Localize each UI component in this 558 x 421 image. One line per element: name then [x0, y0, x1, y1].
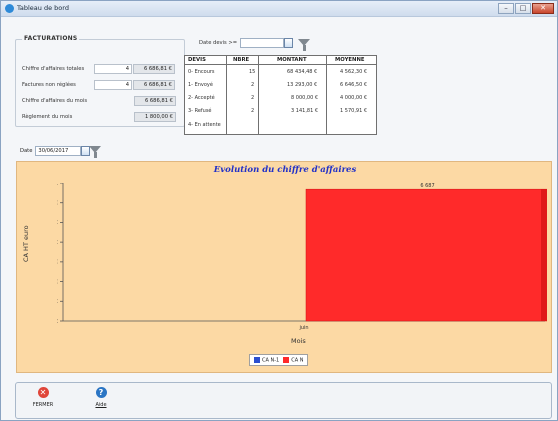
y-tick-label: 6 000 € — [57, 201, 58, 207]
maximize-icon: □ — [519, 4, 527, 12]
fact-label: Chiffre d'affaires du mois — [22, 98, 88, 104]
y-axis-label: CA HT euro — [22, 225, 30, 262]
chart-legend: CA N-1 CA N — [249, 354, 309, 366]
close-window-button[interactable]: ✕ — [532, 3, 554, 14]
header-montant: MONTANT — [277, 57, 307, 63]
date-devis-label: Date devis >= — [199, 40, 238, 46]
fact-amount-field: 6 686,81 € — [134, 96, 176, 106]
bar-ca-n — [305, 188, 547, 322]
devis-moyenne: 4 562,30 € — [340, 69, 368, 75]
close-circle-icon: ✕ — [37, 387, 49, 398]
date-filter: Date 30/06/2017 — [20, 146, 91, 156]
devis-status: 0- Encours — [188, 69, 215, 75]
help-circle-icon: ? — [95, 387, 107, 398]
devis-nbre: 2 — [251, 82, 255, 88]
devis-nbre: 15 — [249, 69, 256, 75]
fact-label: Factures non réglées — [22, 82, 76, 88]
date-label: Date — [20, 148, 33, 154]
close-button[interactable]: ✕ FERMER — [28, 387, 58, 417]
devis-status: 2- Accepté — [188, 95, 215, 101]
fact-row-factures-non-reglees: Factures non réglées 4 6 686,81 € — [22, 80, 175, 90]
y-tick-label: 0 € — [57, 319, 58, 325]
devis-montant: 3 141,81 € — [291, 108, 319, 114]
devis-nbre: 2 — [251, 95, 255, 101]
header-moyenne: MOYENNE — [335, 57, 365, 63]
y-tick-label: 5 000 € — [57, 220, 58, 226]
help-button[interactable]: ? Aide — [86, 387, 116, 417]
date-value: 30/06/2017 — [38, 148, 69, 154]
fact-amount-field: 6 686,81 € — [133, 64, 175, 74]
filter-icon[interactable] — [298, 39, 310, 51]
legend-text: CA N-1 — [262, 357, 280, 364]
minimize-button[interactable]: – — [498, 3, 514, 14]
y-tick-label: 2 000 € — [57, 279, 58, 285]
fact-count-field: 4 — [94, 80, 132, 90]
data-label: 6 687 — [420, 183, 434, 189]
x-tick-label: juin — [298, 325, 308, 331]
header-nbre: NBRE — [233, 57, 250, 63]
bar-ca-n-shade — [541, 189, 547, 321]
revenue-chart-panel: Evolution du chiffre d'affaires 0 € 1 000… — [16, 161, 552, 373]
window-title: Tableau de bord — [17, 4, 69, 12]
devis-montant: 8 000,00 € — [291, 95, 319, 101]
y-tick-label: 4 000 € — [57, 240, 58, 246]
legend-item-ca-n1: CA N-1 — [254, 356, 280, 364]
devis-status: 4- En attente — [188, 122, 221, 128]
fact-row-reglement-mois: Règlement du mois 1 800,00 € — [22, 112, 176, 122]
facturations-legend: FACTURATIONS — [22, 35, 80, 42]
fact-amount-field: 1 800,00 € — [134, 112, 176, 122]
fact-label: Règlement du mois — [22, 114, 73, 120]
fact-count-field: 4 — [94, 64, 132, 74]
chart-title: Evolution du chiffre d'affaires — [213, 165, 357, 175]
help-button-label: Aide — [95, 402, 107, 408]
y-tick-label: 7 000 € — [57, 183, 58, 187]
devis-montant: 68 434,48 € — [287, 69, 318, 75]
chart-svg: 0 € 1 000 € 2 000 € 3 000 € 4 000 € 5 000 € 6 … — [57, 183, 547, 331]
legend-text: CA N — [291, 357, 304, 364]
date-input[interactable]: 30/06/2017 — [35, 146, 91, 156]
close-icon: ✕ — [540, 4, 546, 12]
devis-moyenne: 1 570,91 € — [340, 108, 368, 114]
close-button-label: FERMER — [32, 402, 54, 408]
nbre-col — [227, 56, 259, 134]
devis-moyenne: 6 646,50 € — [340, 82, 368, 88]
facturations-group: FACTURATIONS Chiffre d'affaires totales … — [15, 35, 185, 127]
bottom-toolbar: ✕ FERMER ? Aide — [15, 382, 552, 419]
y-tick-label: 1 000 € — [57, 299, 58, 305]
fact-row-ca-totales: Chiffre d'affaires totales 4 6 686,81 € — [22, 64, 175, 74]
legend-item-ca-n: CA N — [283, 356, 304, 364]
window-controls: – □ ✕ — [498, 3, 554, 14]
fact-label: Chiffre d'affaires totales — [22, 66, 85, 72]
calendar-icon[interactable] — [284, 38, 294, 48]
maximize-button[interactable]: □ — [515, 3, 531, 14]
date-devis-input[interactable] — [240, 38, 294, 48]
legend-swatch-ca-n — [283, 356, 290, 363]
header-devis: DEVIS — [188, 57, 206, 63]
fact-amount-field: 6 686,81 € — [133, 80, 175, 90]
legend-swatch-ca-n1 — [254, 356, 260, 363]
devis-moyenne: 4 000,00 € — [340, 95, 368, 101]
fact-row-ca-mois: Chiffre d'affaires du mois 6 686,81 € — [22, 96, 176, 106]
devis-nbre: 2 — [251, 108, 255, 114]
date-devis-filter: Date devis >= — [199, 38, 294, 48]
devis-status: 3- Refusé — [188, 108, 212, 114]
filter-icon[interactable] — [89, 146, 101, 158]
devis-montant: 13 293,00 € — [287, 82, 318, 88]
devis-table: DEVIS NBRE MONTANT MOYENNE 0- Encours 15… — [184, 55, 377, 135]
dashboard-window: Tableau de bord – □ ✕ FACTURATIONS Chiff… — [0, 0, 558, 421]
minimize-icon: – — [504, 4, 508, 12]
plot-area: 0 € 1 000 € 2 000 € 3 000 € 4 000 € 5 000 € 6 … — [57, 183, 547, 331]
x-axis-label: Mois — [291, 337, 306, 345]
title-bar: Tableau de bord – □ ✕ — [1, 1, 557, 17]
app-icon — [5, 4, 14, 13]
devis-status: 1- Envoyé — [188, 82, 213, 88]
y-tick-label: 3 000 € — [57, 260, 58, 266]
